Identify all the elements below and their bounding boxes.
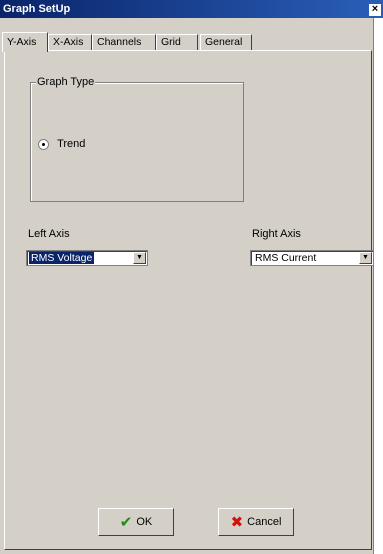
window-title: Graph SetUp [3,3,71,15]
ok-button[interactable]: ✔ OK [98,508,174,536]
check-icon: ✔ [119,514,133,531]
x-icon: ✖ [230,514,244,531]
tab-grid[interactable]: Grid [156,34,198,50]
right-axis-label: Right Axis [252,228,301,240]
right-axis-select[interactable]: RMS Current ▼ [250,250,374,266]
chevron-down-icon[interactable]: ▼ [133,252,146,264]
chevron-down-icon[interactable]: ▼ [359,252,372,264]
trend-radio-option[interactable]: Trend [38,138,85,150]
graph-setup-dialog: Graph SetUp × Y-Axis X-Axis Channels Gri… [0,0,383,554]
close-button[interactable]: × [369,4,381,16]
title-bar[interactable]: Graph SetUp × [0,0,383,18]
tab-x-axis[interactable]: X-Axis [48,34,92,50]
trend-radio-button[interactable] [38,138,49,150]
left-axis-select[interactable]: RMS Voltage ▼ [26,250,148,266]
tab-strip: Y-Axis X-Axis Channels Grid General [2,22,374,52]
graph-type-title: Graph Type [36,76,96,88]
ok-button-label: OK [136,516,153,528]
close-icon: × [371,3,379,15]
cancel-button[interactable]: ✖ Cancel [218,508,294,536]
tab-channels[interactable]: Channels [92,34,156,50]
tab-general[interactable]: General [200,34,252,50]
left-axis-label: Left Axis [28,228,70,240]
left-axis-value: RMS Voltage [29,252,95,264]
trend-radio-label: Trend [57,138,86,151]
cancel-button-label: Cancel [247,516,282,528]
tab-y-axis[interactable]: Y-Axis [2,32,48,52]
right-axis-value: RMS Current [255,252,317,264]
